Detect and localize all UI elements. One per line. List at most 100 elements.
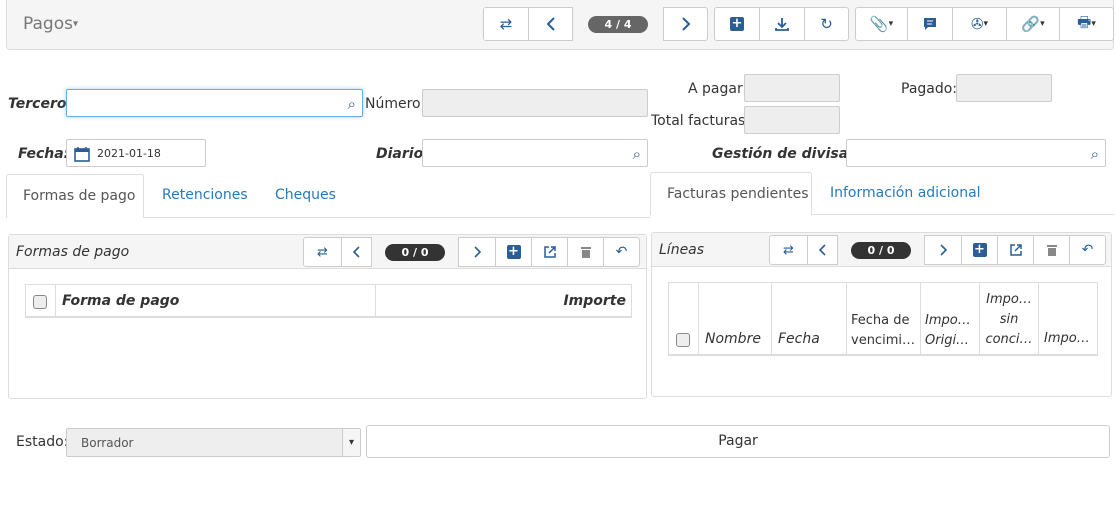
switch-view-button[interactable]: ⇄ — [303, 237, 342, 267]
new-record-button[interactable]: + — [714, 7, 760, 41]
column-forma-de-pago[interactable]: Forma de pago — [62, 293, 179, 309]
swap-icon: ⇄ — [783, 242, 794, 258]
column-importe[interactable]: Impo… — [1044, 331, 1090, 346]
column-divider — [920, 283, 921, 355]
add-line-button[interactable]: + — [961, 235, 998, 265]
undo-button[interactable]: ↶ — [603, 237, 640, 267]
tab-formas-de-pago[interactable]: Formas de pago — [6, 174, 144, 218]
print-icon: 🖶 — [1077, 12, 1092, 31]
trash-icon — [1046, 245, 1057, 256]
column-divider — [375, 285, 376, 317]
previous-button[interactable] — [807, 235, 838, 265]
save-button[interactable] — [759, 7, 805, 41]
next-record-button[interactable] — [663, 7, 708, 41]
undo-button[interactable]: ↶ — [1069, 235, 1106, 265]
link-icon: 🔗 — [1021, 15, 1041, 33]
column-nombre[interactable]: Nombre — [705, 331, 761, 347]
caret-down-icon: ▾ — [1091, 19, 1096, 29]
lineas-panel: Líneas ⇄ 0 / 0 + ↶ Nombre Fecha Fecha de… — [651, 232, 1112, 397]
notes-button[interactable] — [907, 7, 953, 41]
pagar-button[interactable]: Pagar — [366, 425, 1110, 458]
caret-down-icon: ▾ — [1040, 19, 1045, 29]
gestion-divisas-field[interactable]: ⌕ — [846, 139, 1106, 167]
panel-counter-badge: 0 / 0 — [851, 241, 911, 259]
pagado-field — [956, 74, 1052, 102]
chevron-right-icon — [940, 244, 948, 256]
column-importe-original[interactable]: Impo… Origi… — [925, 311, 979, 351]
formas-de-pago-panel: Formas de pago ⇄ 0 / 0 + ↶ Forma de pago… — [8, 234, 647, 399]
search-icon[interactable]: ⌕ — [633, 145, 641, 163]
add-line-button[interactable]: + — [495, 237, 532, 267]
action-button[interactable]: ✇ ▾ — [952, 7, 1007, 41]
caret-down-icon: ▾ — [983, 19, 989, 29]
next-button[interactable] — [458, 237, 496, 267]
diario-field[interactable]: ⌕ — [422, 139, 648, 167]
trash-icon — [580, 247, 591, 258]
form-header: Pagos▾ ⇄ 4 / 4 + ↻ 📎 ▾ ✇ ▾ 🔗 ▾ 🖶 ▾ — [6, 0, 1114, 50]
column-divider — [846, 283, 847, 355]
panel-counter: 0 / 0 — [371, 237, 459, 267]
open-line-button[interactable] — [997, 235, 1034, 265]
column-divider — [1038, 283, 1039, 355]
column-importe-sin-conciliar[interactable]: Impo… sin conci… — [983, 290, 1035, 350]
fecha-field[interactable]: 2021-01-18 — [66, 139, 206, 167]
panel-title: Formas de pago — [16, 244, 130, 260]
search-icon[interactable]: ⌕ — [348, 95, 356, 113]
total-facturas-field — [744, 106, 840, 134]
fecha-label: Fecha: — [18, 146, 70, 162]
delete-line-button[interactable] — [567, 237, 604, 267]
switch-view-button[interactable]: ⇄ — [769, 235, 808, 265]
relate-button[interactable]: 🔗 ▾ — [1006, 7, 1060, 41]
lineas-table-header: Nombre Fecha Fecha de vencimi… Impo… Ori… — [668, 282, 1098, 356]
select-all-checkbox[interactable] — [676, 333, 690, 347]
tab-retenciones[interactable]: Retenciones — [162, 187, 248, 203]
record-toolbar: + ↻ — [714, 7, 849, 41]
actions-toolbar: 📎 ▾ ✇ ▾ 🔗 ▾ 🖶 ▾ — [855, 7, 1114, 41]
tab-cheques[interactable]: Cheques — [275, 187, 336, 203]
select-all-cell — [26, 285, 56, 317]
open-line-button[interactable] — [531, 237, 568, 267]
gears-icon: ✇ — [970, 15, 984, 33]
numero-field — [422, 89, 648, 117]
select-all-checkbox[interactable] — [33, 295, 47, 309]
chevron-left-icon — [546, 17, 555, 31]
external-link-icon — [1009, 244, 1022, 256]
tab-facturas-pendientes[interactable]: Facturas pendientes — [650, 172, 812, 215]
calendar-icon[interactable] — [74, 146, 90, 162]
panel-toolbar: ⇄ 0 / 0 + ↶ — [769, 235, 1106, 265]
estado-value: Borrador — [81, 436, 134, 450]
chevron-right-icon — [681, 17, 690, 31]
print-button[interactable]: 🖶 ▾ — [1059, 7, 1114, 41]
reload-button[interactable]: ↻ — [804, 7, 849, 41]
undo-icon: ↶ — [615, 244, 628, 260]
panel-title: Líneas — [659, 242, 705, 258]
previous-button[interactable] — [341, 237, 372, 267]
column-fecha[interactable]: Fecha — [778, 331, 820, 347]
form-title-menu[interactable]: Pagos▾ — [23, 14, 78, 34]
delete-line-button[interactable] — [1033, 235, 1070, 265]
next-button[interactable] — [924, 235, 962, 265]
paperclip-icon: 📎 — [869, 15, 889, 33]
column-importe[interactable]: Importe — [563, 293, 626, 309]
plus-square-icon: + — [972, 242, 987, 257]
chevron-left-icon — [352, 246, 360, 258]
switch-view-button[interactable]: ⇄ — [483, 7, 529, 41]
panel-toolbar: ⇄ 0 / 0 + ↶ — [303, 237, 640, 267]
formas-de-pago-table-header: Forma de pago Importe — [25, 284, 632, 318]
tercero-label: Tercero: — [8, 96, 73, 112]
pagado-label: Pagado: — [901, 81, 958, 97]
previous-record-button[interactable] — [528, 7, 573, 41]
external-link-icon — [543, 246, 556, 258]
column-divider — [771, 283, 772, 355]
search-icon[interactable]: ⌕ — [1091, 145, 1099, 163]
comment-icon — [924, 18, 936, 30]
tercero-field[interactable]: ⌕ — [66, 89, 363, 117]
attachment-button[interactable]: 📎 ▾ — [855, 7, 908, 41]
a-pagar-field — [744, 74, 840, 102]
column-fecha-vencimiento[interactable]: Fecha de vencimi… — [851, 311, 919, 351]
caret-down-icon: ▾ — [72, 18, 78, 30]
column-divider — [979, 283, 980, 355]
record-counter-badge: 4 / 4 — [588, 15, 648, 33]
tab-informacion-adicional[interactable]: Información adicional — [830, 185, 981, 201]
numero-label: Número: — [365, 96, 426, 112]
